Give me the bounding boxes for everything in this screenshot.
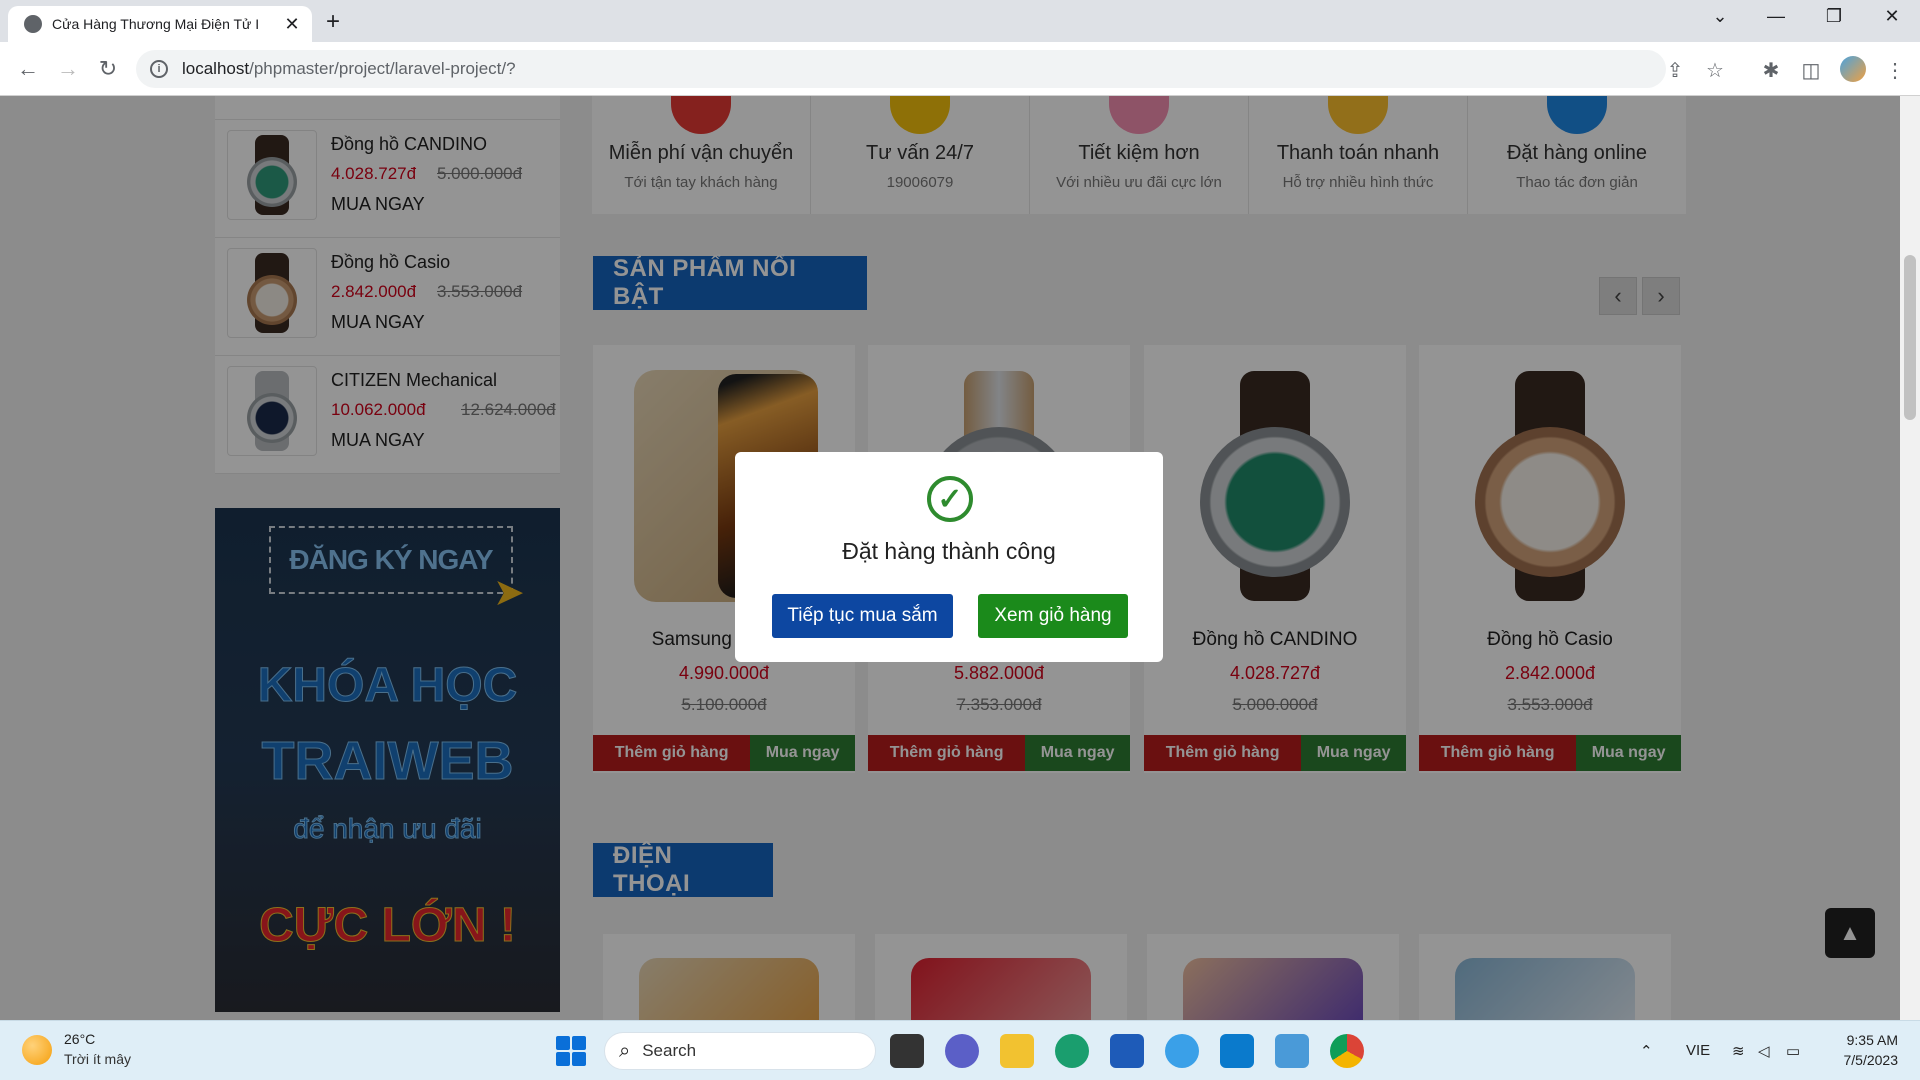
address-bar[interactable]: i localhost/phpmaster/project/laravel-pr…	[136, 50, 1666, 88]
share-icon[interactable]: ⇪	[1660, 58, 1690, 83]
task-view-icon[interactable]	[890, 1034, 924, 1068]
temperature: 26°C	[64, 1031, 96, 1047]
taskbar-search[interactable]: ⌕ Search	[604, 1032, 876, 1070]
maximize-button[interactable]: ❐	[1814, 6, 1854, 27]
file-explorer-icon[interactable]	[1000, 1034, 1034, 1068]
app-icon[interactable]	[1165, 1034, 1199, 1068]
tab-close-icon[interactable]: ✕	[282, 14, 302, 35]
chrome-icon[interactable]	[1330, 1034, 1364, 1068]
url-path: /phpmaster/project/laravel-project/?	[249, 59, 516, 78]
wifi-icon[interactable]: ≋	[1732, 1042, 1745, 1060]
forward-icon[interactable]: →	[52, 56, 84, 82]
back-icon[interactable]: ←	[12, 56, 44, 82]
store-icon[interactable]	[1110, 1034, 1144, 1068]
battery-icon[interactable]: ▭	[1786, 1042, 1800, 1060]
site-info-icon[interactable]: i	[150, 60, 168, 78]
side-panel-icon[interactable]: ◫	[1796, 58, 1826, 83]
success-check-icon: ✓	[927, 476, 973, 522]
volume-icon[interactable]: ◁	[1758, 1042, 1770, 1060]
close-window-button[interactable]: ✕	[1872, 6, 1912, 27]
browser-tab[interactable]: Cửa Hàng Thương Mại Điện Tử I ✕	[8, 6, 312, 42]
new-tab-button[interactable]: +	[326, 8, 340, 36]
url-host: localhost	[182, 59, 250, 78]
scrollbar-thumb[interactable]	[1904, 255, 1916, 420]
vscode-icon[interactable]	[1220, 1034, 1254, 1068]
minimize-button[interactable]: —	[1756, 6, 1796, 27]
profile-avatar[interactable]	[1840, 56, 1866, 82]
view-cart-button[interactable]: Xem giỏ hàng	[978, 594, 1128, 638]
extensions-icon[interactable]: ✱	[1756, 58, 1786, 83]
search-label: Search	[642, 1041, 697, 1060]
weather-desc: Trời ít mây	[64, 1051, 131, 1067]
menu-icon[interactable]: ⋮	[1880, 58, 1910, 83]
tab-search-icon[interactable]: ⌄	[1700, 6, 1740, 27]
search-icon: ⌕	[619, 1039, 631, 1062]
notepad-icon[interactable]	[1275, 1034, 1309, 1068]
page-scrollbar[interactable]	[1900, 96, 1920, 1020]
order-success-modal: ✓ Đặt hàng thành công Tiếp tục mua sắm X…	[735, 452, 1163, 662]
weather-icon	[22, 1035, 52, 1065]
success-message: Đặt hàng thành công	[842, 538, 1056, 564]
clock-time[interactable]: 9:35 AM	[1838, 1032, 1898, 1048]
chevron-up-icon[interactable]: ⌃	[1640, 1042, 1653, 1060]
edge-icon[interactable]	[1055, 1034, 1089, 1068]
bookmark-star-icon[interactable]: ☆	[1700, 58, 1730, 83]
clock-date[interactable]: 7/5/2023	[1828, 1052, 1899, 1068]
site-favicon-icon	[24, 15, 42, 33]
tab-title: Cửa Hàng Thương Mại Điện Tử I	[52, 16, 260, 32]
language-indicator[interactable]: VIE	[1686, 1042, 1710, 1059]
reload-icon[interactable]: ↻	[92, 56, 124, 82]
start-button[interactable]	[556, 1036, 586, 1066]
teams-icon[interactable]	[945, 1034, 979, 1068]
continue-shopping-button[interactable]: Tiếp tục mua sắm	[772, 594, 953, 638]
